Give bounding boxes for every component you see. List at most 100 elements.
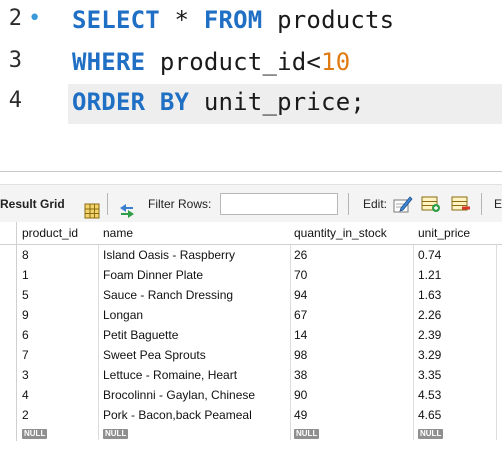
toolbar-separator [481,193,482,215]
cell-unit-price[interactable]: 3.35 [418,365,498,385]
result-toolbar: Result Grid Filter Rows: Edit: E [0,184,502,224]
line-number: 2 [8,6,22,31]
cell-name[interactable]: Foam Dinner Plate [103,265,288,285]
filter-rows-label: Filter Rows: [148,197,212,211]
sql-text: product_id [145,48,307,76]
row-selector[interactable] [0,405,17,425]
cell-unit-price[interactable]: 1.21 [418,265,498,285]
sql-operator: < [306,48,322,76]
add-row-icon[interactable] [421,195,440,213]
filter-rows-input[interactable] [220,193,338,215]
toolbar-separator [348,193,349,215]
code-text: SELECT * FROM products [72,6,394,34]
filter-arrows-icon[interactable] [118,196,136,218]
cell-quantity-in-stock[interactable]: 26 [294,245,409,265]
table-row[interactable]: 4 Brocolinni - Gaylan, Chinese 90 4.53 [0,385,502,405]
table-row[interactable]: 2 Pork - Bacon,back Peameal 49 4.65 [0,405,502,425]
cell-unit-price[interactable]: 2.39 [418,325,498,345]
null-cell[interactable]: NULL [294,425,409,445]
edit-pencil-icon[interactable] [393,195,413,213]
cell-name[interactable]: Island Oasis - Raspberry [103,245,288,265]
null-badge: NULL [22,428,48,439]
cell-quantity-in-stock[interactable]: 90 [294,385,409,405]
cell-product-id[interactable]: 9 [22,305,96,325]
toolbar-truncated-label: E [494,197,502,211]
cell-unit-price[interactable]: 0.74 [418,245,498,265]
cell-quantity-in-stock[interactable]: 70 [294,265,409,285]
grid-header-row: product_id name quantity_in_stock unit_p… [0,222,502,245]
row-selector[interactable] [0,325,17,345]
cell-product-id[interactable]: 7 [22,345,96,365]
sql-keyword: WHERE [72,48,146,76]
cell-unit-price[interactable]: 1.63 [418,285,498,305]
cell-unit-price[interactable]: 4.53 [418,385,498,405]
delete-row-icon[interactable] [451,195,470,213]
cell-quantity-in-stock[interactable]: 49 [294,405,409,425]
table-row[interactable]: 7 Sweet Pea Sprouts 98 3.29 [0,345,502,365]
cell-unit-price[interactable]: 2.26 [418,305,498,325]
row-selector[interactable] [0,425,17,441]
row-selector[interactable] [0,365,17,385]
code-text: ORDER BY unit_price; [72,88,365,116]
cell-name[interactable]: Sweet Pea Sprouts [103,345,288,365]
cell-product-id[interactable]: 4 [22,385,96,405]
code-line-4[interactable]: 4 ORDER BY unit_price; [0,84,502,124]
cell-product-id[interactable]: 6 [22,325,96,345]
cell-product-id[interactable]: 3 [22,365,96,385]
cell-unit-price[interactable]: 4.65 [418,405,498,425]
cell-name[interactable]: Longan [103,305,288,325]
toolbar-separator [107,193,108,215]
null-cell[interactable]: NULL [22,425,96,445]
cell-quantity-in-stock[interactable]: 98 [294,345,409,365]
sql-text: unit_price; [189,88,365,116]
column-header-name[interactable]: name [103,222,288,244]
null-badge: NULL [103,428,129,439]
cell-product-id[interactable]: 5 [22,285,96,305]
cell-name[interactable]: Sauce - Ranch Dressing [103,285,288,305]
row-selector[interactable] [0,345,17,365]
cell-name[interactable]: Pork - Bacon,back Peameal [103,405,288,425]
cell-product-id[interactable]: 1 [22,265,96,285]
cell-product-id[interactable]: 8 [22,245,96,265]
table-row[interactable]: 3 Lettuce - Romaine, Heart 38 3.35 [0,365,502,385]
cell-quantity-in-stock[interactable]: 38 [294,365,409,385]
edit-label: Edit: [363,197,388,211]
cell-quantity-in-stock[interactable]: 94 [294,285,409,305]
table-row[interactable]: 9 Longan 67 2.26 [0,305,502,325]
sql-editor[interactable]: 2 • SELECT * FROM products 3 WHERE produ… [0,0,502,132]
row-selector-header[interactable] [0,222,17,244]
sql-keyword: SELECT [72,6,160,34]
grid-icon[interactable] [84,196,100,219]
table-row[interactable]: 8 Island Oasis - Raspberry 26 0.74 [0,245,502,265]
code-line-2[interactable]: 2 • SELECT * FROM products [0,2,502,38]
cell-unit-price[interactable]: 3.29 [418,345,498,365]
line-number: 4 [8,88,22,113]
new-row-placeholder[interactable]: NULL NULL NULL NULL [0,425,502,441]
sql-text: products [262,6,395,34]
column-header-quantity-in-stock[interactable]: quantity_in_stock [294,222,409,244]
null-cell[interactable]: NULL [103,425,288,445]
table-row[interactable]: 5 Sauce - Ranch Dressing 94 1.63 [0,285,502,305]
result-grid-label[interactable]: Result Grid [0,185,65,223]
cell-quantity-in-stock[interactable]: 67 [294,305,409,325]
row-selector[interactable] [0,265,17,285]
null-cell[interactable]: NULL [418,425,498,445]
null-badge: NULL [294,428,320,439]
column-header-unit-price[interactable]: unit_price [418,222,498,244]
null-badge: NULL [418,428,444,439]
cell-name[interactable]: Brocolinni - Gaylan, Chinese [103,385,288,405]
panel-divider[interactable] [0,171,502,172]
cell-product-id[interactable]: 2 [22,405,96,425]
table-row[interactable]: 1 Foam Dinner Plate 70 1.21 [0,265,502,285]
cell-quantity-in-stock[interactable]: 14 [294,325,409,345]
column-header-product-id[interactable]: product_id [22,222,96,244]
row-selector[interactable] [0,245,17,265]
table-row[interactable]: 6 Petit Baguette 14 2.39 [0,325,502,345]
row-selector[interactable] [0,285,17,305]
cell-name[interactable]: Petit Baguette [103,325,288,345]
cell-name[interactable]: Lettuce - Romaine, Heart [103,365,288,385]
statement-marker-icon: • [28,6,42,31]
row-selector[interactable] [0,385,17,405]
row-selector[interactable] [0,305,17,325]
code-line-3[interactable]: 3 WHERE product_id<10 [0,44,502,80]
